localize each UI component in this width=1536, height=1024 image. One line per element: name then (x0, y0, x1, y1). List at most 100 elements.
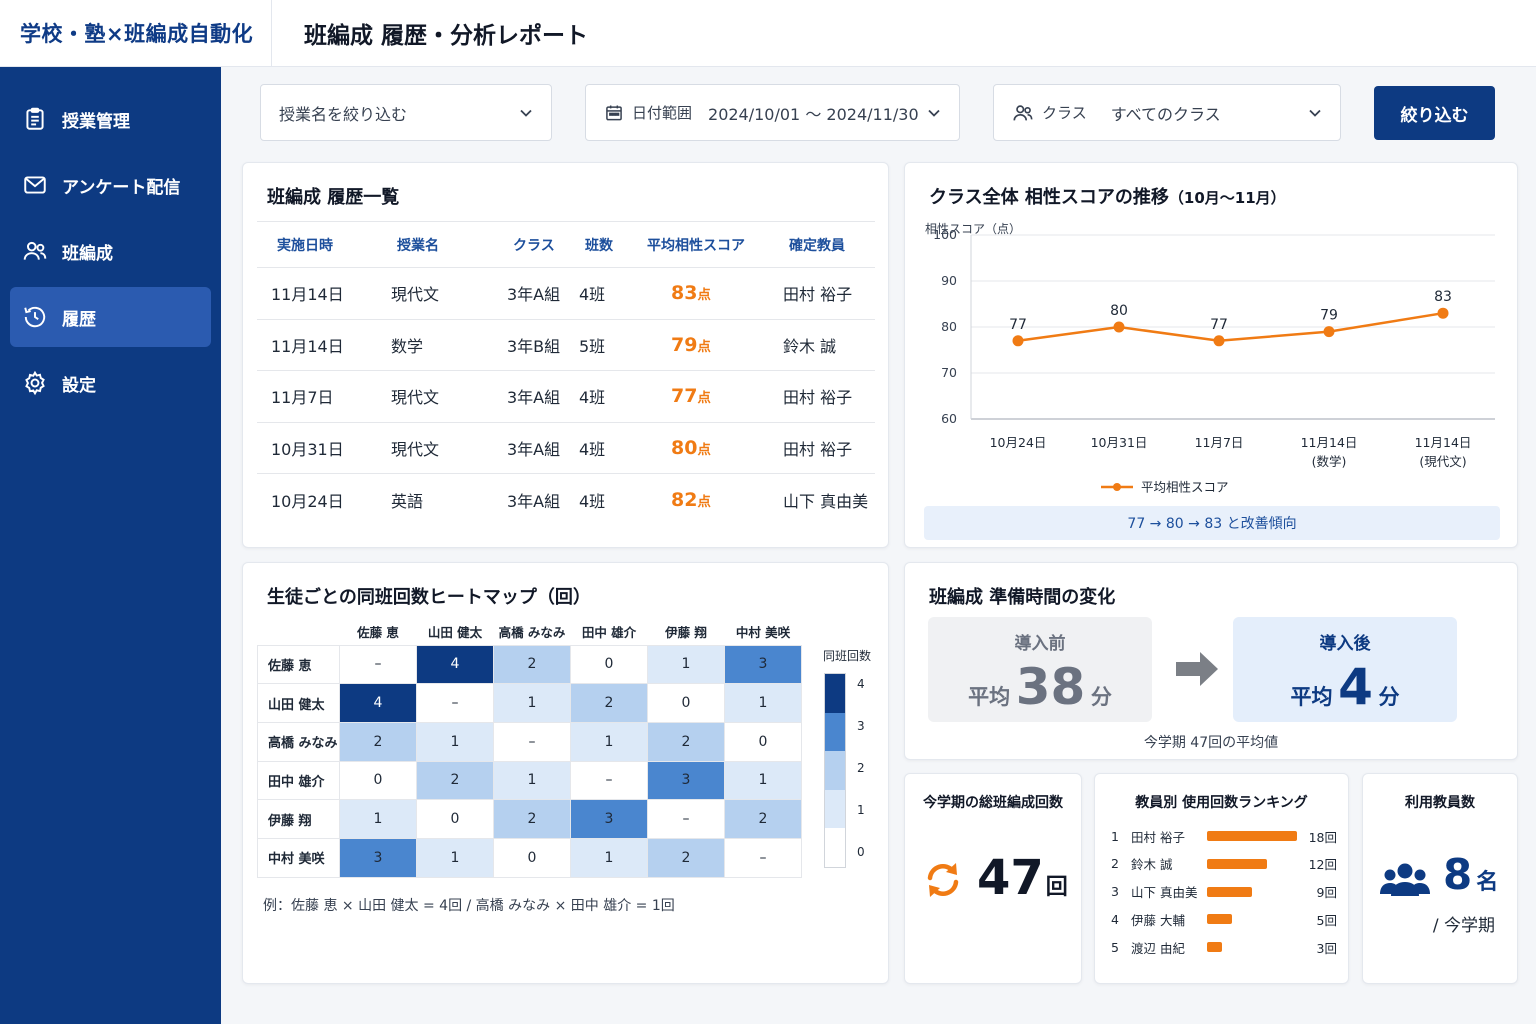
table-row[interactable]: 10月31日 現代文 3年A組 4班 80点 田村 裕子 (257, 422, 875, 474)
class-filter-select[interactable]: クラス すべてのクラス (993, 84, 1341, 141)
prep-title: 班編成 準備時間の変化 (929, 587, 1116, 608)
data-point (1323, 326, 1335, 338)
cell-teacher: 田村 裕子 (771, 267, 875, 320)
ranking-bar (1207, 914, 1232, 925)
date-range-select[interactable]: 日付範囲 2024/10/01 〜 2024/11/30 (585, 84, 960, 141)
heatmap-row-label: 山田 健太 (257, 683, 340, 723)
cell-score: 82点 (631, 474, 771, 526)
users-icon (23, 241, 47, 260)
ranking-position: 1 (1111, 828, 1119, 844)
ranking-bar-track (1207, 858, 1297, 869)
data-label: 77 (1210, 317, 1228, 333)
ranking-count: 5回 (1316, 912, 1337, 928)
heatmap-cell[interactable]: 0 (493, 837, 571, 878)
x-tick-label: (現代文) (1419, 454, 1466, 469)
column-header[interactable]: 授業名 (377, 221, 473, 268)
heatmap-cell[interactable]: 4 (339, 683, 417, 723)
cell-date: 10月31日 (257, 422, 377, 474)
column-header[interactable]: 確定教員 (771, 221, 875, 268)
heatmap-cell[interactable]: – (493, 721, 571, 762)
heatmap-cell[interactable]: 3 (647, 760, 725, 801)
table-row[interactable]: 11月7日 現代文 3年A組 4班 77点 田村 裕子 (257, 370, 875, 423)
heatmap-cell[interactable]: 0 (724, 721, 802, 762)
heatmap-cell[interactable]: 0 (570, 644, 648, 685)
score-unit: 点 (697, 288, 711, 304)
heatmap-cell[interactable]: 0 (416, 799, 494, 839)
heatmap-cell[interactable]: – (570, 760, 648, 801)
filter-submit-button[interactable]: 絞り込む (1374, 86, 1495, 140)
sidebar-item-label: 設定 (62, 375, 96, 396)
heatmap-cell[interactable]: 2 (493, 644, 571, 685)
heatmap-cell[interactable]: 2 (570, 683, 648, 723)
heatmap-cell[interactable]: 2 (724, 799, 802, 839)
heatmap-cell[interactable]: 4 (416, 644, 494, 685)
teachers-unit: 名 (1476, 870, 1499, 895)
ranking-title: 教員別 使用回数ランキング (1135, 795, 1308, 811)
table-row[interactable]: 11月14日 現代文 3年A組 4班 83点 田村 裕子 (257, 267, 875, 320)
heatmap-cell[interactable]: – (724, 837, 802, 878)
heatmap-cell[interactable]: 2 (493, 799, 571, 839)
table-row[interactable]: 11月14日 数学 3年B組 5班 79点 鈴木 誠 (257, 319, 875, 371)
ranking-bar-track (1207, 942, 1297, 953)
sidebar-item-survey[interactable]: アンケート配信 (10, 155, 211, 215)
column-header[interactable]: 班数 (569, 221, 631, 268)
sidebar-item-grouping[interactable]: 班編成 (10, 221, 211, 281)
heatmap-corner (258, 619, 340, 645)
cell-subject: 現代文 (377, 370, 473, 423)
cell-score: 77点 (631, 370, 771, 423)
heatmap-cell[interactable]: 1 (339, 799, 417, 839)
heatmap-cell[interactable]: 1 (570, 721, 648, 762)
prep-before-prefix: 平均 (968, 685, 1011, 709)
x-tick-label: 11月14日 (1301, 435, 1358, 450)
heatmap-cell[interactable]: 1 (416, 721, 494, 762)
legend-label: 平均相性スコア (1141, 480, 1229, 495)
trend-card: クラス全体 相性スコアの推移（10月〜11月） 相性スコア（点） 60 70 80 90… (904, 162, 1518, 548)
heatmap-legend-label: 3 (857, 719, 865, 733)
heatmap-cell[interactable]: 1 (647, 644, 725, 685)
trend-title-suffix: （10月〜11月） (1168, 189, 1286, 207)
sidebar: 授業管理 アンケート配信 班編成 履歴 設定 (0, 67, 221, 1024)
ranking-teacher-name: 伊藤 大輔 (1131, 912, 1185, 928)
data-point (1113, 321, 1125, 333)
table-row[interactable]: 10月24日 英語 3年A組 4班 82点 山下 真由美 (257, 474, 875, 526)
lesson-filter-select[interactable]: 授業名を絞り込む (260, 84, 552, 141)
heatmap-cell[interactable]: 0 (647, 683, 725, 723)
heatmap-cell[interactable]: 2 (647, 837, 725, 878)
heatmap-cell[interactable]: 1 (724, 760, 802, 801)
ranking-position: 2 (1111, 856, 1119, 872)
score-unit: 点 (697, 339, 711, 355)
cell-date: 11月7日 (257, 370, 377, 423)
heatmap-cell[interactable]: 1 (493, 683, 571, 723)
score-value: 79 (671, 333, 698, 356)
chevron-down-icon (928, 109, 940, 117)
teachers-sub: / 今学期 (1432, 916, 1495, 936)
heatmap-cell[interactable]: – (416, 683, 494, 723)
heatmap-cell[interactable]: 2 (339, 721, 417, 762)
column-header[interactable]: クラス (473, 221, 569, 268)
heatmap-cell[interactable]: 0 (339, 760, 417, 801)
heatmap-cell[interactable]: – (647, 799, 725, 839)
heatmap-cell[interactable]: 3 (339, 837, 417, 878)
heatmap-legend-swatch (825, 674, 845, 713)
heatmap-cell[interactable]: 1 (493, 760, 571, 801)
heatmap-cell[interactable]: 1 (416, 837, 494, 878)
heatmap-cell[interactable]: 2 (416, 760, 494, 801)
column-header[interactable]: 平均相性スコア (631, 221, 771, 268)
sidebar-item-settings[interactable]: 設定 (10, 353, 211, 413)
history-title: 班編成 履歴一覧 (267, 187, 400, 208)
brand-logo[interactable]: 学校・塾×班編成自動化 (0, 0, 272, 66)
column-header[interactable]: 実施日時 (257, 221, 377, 268)
ranking-bar-track (1207, 886, 1297, 897)
heatmap-cell[interactable]: 2 (647, 721, 725, 762)
total-count-card: 今学期の総班編成回数 47回 (904, 773, 1082, 984)
heatmap-cell[interactable]: 3 (724, 644, 802, 685)
sidebar-item-lesson-management[interactable]: 授業管理 (10, 89, 211, 149)
heatmap-cell[interactable]: – (339, 644, 417, 685)
sidebar-item-history[interactable]: 履歴 (10, 287, 211, 347)
sidebar-item-label: アンケート配信 (62, 177, 181, 198)
heatmap-cell[interactable]: 1 (570, 837, 648, 878)
ranking-card: 教員別 使用回数ランキング 1 田村 裕子 18回 2 鈴木 誠 12回 3 山下 真由美 9回… (1094, 773, 1349, 984)
heatmap-row-label: 伊藤 翔 (257, 799, 340, 839)
heatmap-cell[interactable]: 3 (570, 799, 648, 839)
heatmap-cell[interactable]: 1 (724, 683, 802, 723)
